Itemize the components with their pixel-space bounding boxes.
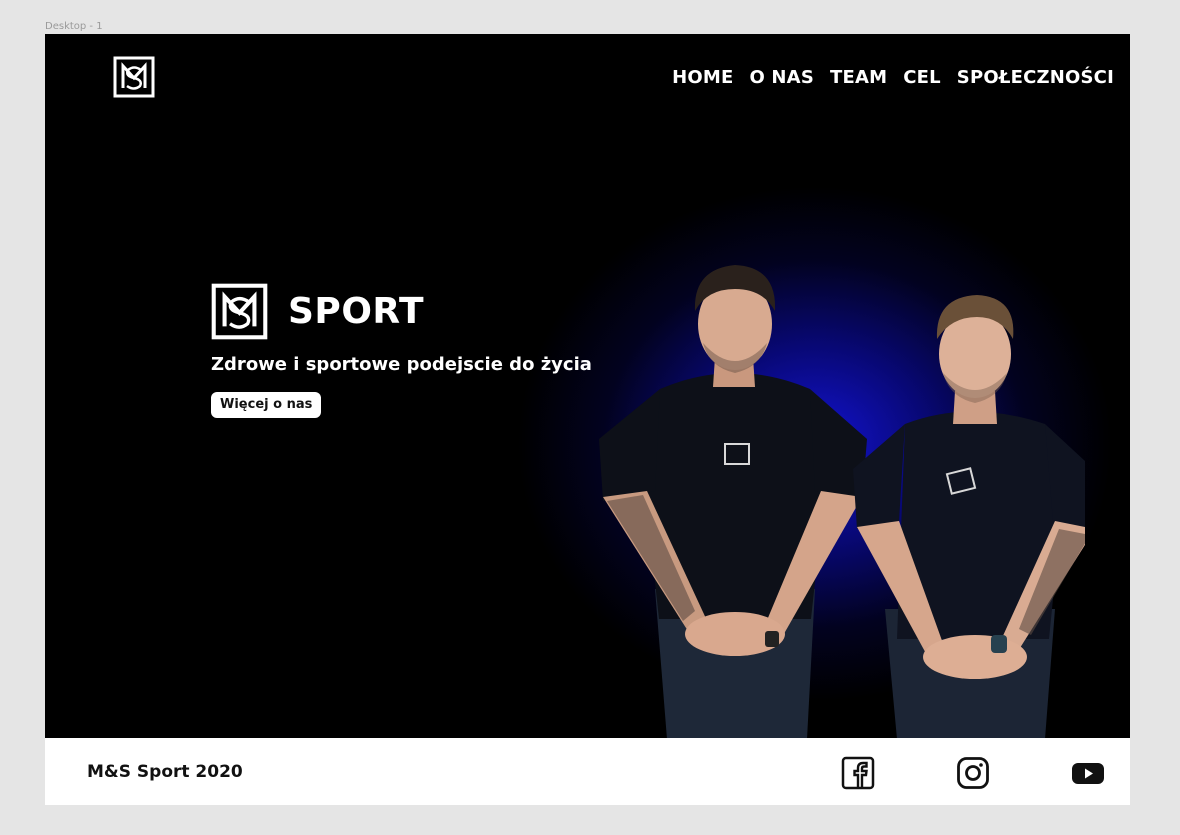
- nav-home[interactable]: HOME: [672, 67, 733, 88]
- person-right: [853, 295, 1085, 738]
- footer: M&S Sport 2020: [45, 738, 1130, 805]
- hero-brand: SPORT: [211, 283, 424, 340]
- hero-section: HOME O NAS TEAM CEL SPOŁECZNOŚCI SPORT Z…: [45, 34, 1130, 738]
- nav-team[interactable]: TEAM: [830, 67, 887, 88]
- person-left: [599, 265, 867, 738]
- facebook-icon[interactable]: [841, 756, 875, 790]
- hero-photo: [599, 265, 1085, 738]
- ms-monogram-icon: [211, 283, 268, 340]
- instagram-icon[interactable]: [956, 756, 990, 790]
- hero-title: SPORT: [288, 291, 425, 332]
- nav-spolecznosci[interactable]: SPOŁECZNOŚCI: [957, 67, 1114, 88]
- youtube-icon[interactable]: [1071, 756, 1105, 790]
- main-nav: HOME O NAS TEAM CEL SPOŁECZNOŚCI: [672, 67, 1114, 88]
- page-frame: HOME O NAS TEAM CEL SPOŁECZNOŚCI SPORT Z…: [45, 34, 1130, 805]
- frame-label: Desktop - 1: [45, 21, 103, 32]
- nav-o-nas[interactable]: O NAS: [749, 67, 814, 88]
- nav-cel[interactable]: CEL: [903, 67, 941, 88]
- footer-copyright: M&S Sport 2020: [87, 762, 243, 782]
- more-about-us-button[interactable]: Więcej o nas: [211, 392, 322, 418]
- hero-tagline: Zdrowe i sportowe podejscie do życia: [211, 354, 592, 375]
- ms-monogram-icon[interactable]: [113, 56, 155, 98]
